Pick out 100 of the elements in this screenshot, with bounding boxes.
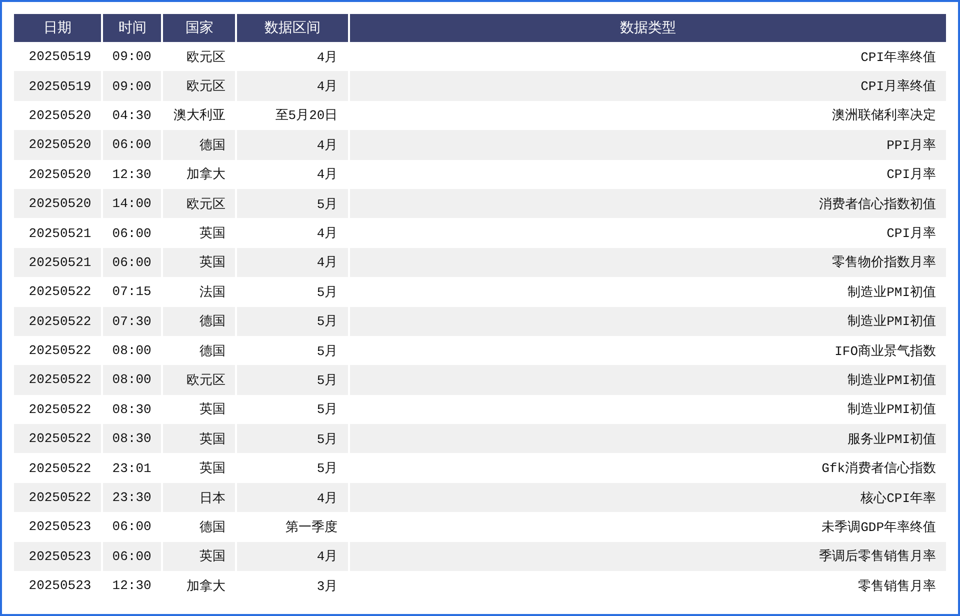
table-cell-text: 20250522 bbox=[28, 400, 92, 419]
table-cell: 制造业PMI初值 bbox=[350, 365, 946, 395]
table-cell-text: IFO商业景气指数 bbox=[834, 342, 937, 361]
table-cell-text: 5月 bbox=[316, 401, 339, 420]
table-cell-text: 04:30 bbox=[111, 106, 152, 125]
table-cell: 4月 bbox=[237, 482, 348, 512]
table-cell: 英国 bbox=[163, 424, 236, 454]
table-cell-text: 3月 bbox=[316, 578, 339, 596]
table-cell: 08:00 bbox=[103, 365, 162, 395]
table-cell-text: 第一季度 bbox=[284, 518, 339, 537]
table-cell-text: Gfk消费者信心指数 bbox=[820, 460, 937, 478]
table-cell-text: 12:30 bbox=[111, 166, 152, 184]
table-cell-text: 德国 bbox=[198, 342, 226, 361]
column-header[interactable]: 数据类型 bbox=[350, 14, 946, 42]
table-cell: CPI月率终值 bbox=[350, 71, 946, 101]
table-cell: 20250523 bbox=[14, 542, 102, 572]
table-cell-text: 20250522 bbox=[28, 283, 92, 302]
table-cell: 20250522 bbox=[14, 424, 102, 454]
table-cell: 20250522 bbox=[14, 365, 102, 395]
table-cell-text: 20250520 bbox=[28, 106, 92, 125]
table-cell-text: 5月 bbox=[316, 284, 339, 302]
table-cell: 零售物价指数月率 bbox=[350, 248, 946, 278]
table-cell-text: 06:00 bbox=[111, 224, 152, 243]
table-cell: 4月 bbox=[237, 542, 348, 572]
table-cell: 08:30 bbox=[103, 424, 162, 454]
table-cell: 欧元区 bbox=[163, 365, 236, 395]
table-cell-text: 12:30 bbox=[111, 577, 152, 596]
table-cell: 日本 bbox=[163, 482, 236, 512]
table-cell-text: 加拿大 bbox=[185, 166, 226, 184]
table-cell: PPI月率 bbox=[350, 130, 946, 160]
table-cell: 20250521 bbox=[14, 248, 102, 278]
table-cell-text: 制造业PMI初值 bbox=[846, 284, 937, 302]
table-cell-text: 法国 bbox=[198, 284, 226, 302]
table-cell: 09:00 bbox=[103, 71, 162, 101]
table-cell-text: 未季调GDP年率终值 bbox=[820, 518, 937, 537]
table-cell: 服务业PMI初值 bbox=[350, 424, 946, 454]
table-cell-text: 澳洲联储利率决定 bbox=[831, 107, 937, 126]
table-cell: 14:00 bbox=[103, 188, 162, 218]
table-cell-text: 澳大利亚 bbox=[172, 107, 226, 126]
table-cell-text: 20250522 bbox=[28, 460, 92, 478]
table-cell-text: 英国 bbox=[198, 225, 226, 244]
table-cell: 07:30 bbox=[103, 306, 162, 336]
table-cell: 06:00 bbox=[103, 542, 162, 572]
table-cell-text: CPI月率 bbox=[886, 225, 937, 244]
table-cell: 5月 bbox=[237, 188, 348, 218]
table-cell: 制造业PMI初值 bbox=[350, 306, 946, 336]
table-cell-text: 4月 bbox=[316, 166, 339, 184]
column-header[interactable]: 日期 bbox=[14, 14, 102, 42]
table-cell-text: 20250521 bbox=[28, 224, 92, 243]
table-cell-text: 英国 bbox=[198, 401, 226, 420]
table-cell-text: 5月 bbox=[316, 460, 339, 478]
table-cell: 20250522 bbox=[14, 482, 102, 512]
column-header[interactable]: 数据区间 bbox=[237, 14, 348, 42]
table-cell-text: 20250523 bbox=[28, 577, 92, 596]
table-cell: 4月 bbox=[237, 71, 348, 101]
table-cell-text: 20250522 bbox=[28, 342, 92, 360]
table-cell-text: 06:00 bbox=[111, 518, 152, 536]
table-cell-text: 20250520 bbox=[28, 166, 92, 184]
table-cell-text: 08:00 bbox=[111, 342, 152, 360]
table-cell: 06:00 bbox=[103, 248, 162, 278]
table-cell: 4月 bbox=[237, 248, 348, 278]
table-cell-text: 欧元区 bbox=[185, 48, 226, 67]
table-cell-text: 20250523 bbox=[28, 518, 92, 536]
table-cell: 20250522 bbox=[14, 306, 102, 336]
column-header[interactable]: 时间 bbox=[103, 14, 162, 42]
column-header[interactable]: 国家 bbox=[163, 14, 236, 42]
table-cell: 消费者信心指数初值 bbox=[350, 188, 946, 218]
table-cell: 季调后零售销售月率 bbox=[350, 542, 946, 572]
table-cell: 06:00 bbox=[103, 130, 162, 160]
table-cell: 20250519 bbox=[14, 71, 102, 101]
table-cell: 5月 bbox=[237, 306, 348, 336]
table-cell-text: 09:00 bbox=[111, 48, 152, 66]
table-cell: 23:30 bbox=[103, 482, 162, 512]
table-cell-text: CPI年率终值 bbox=[860, 48, 937, 67]
table-cell-text: 英国 bbox=[198, 460, 226, 478]
table-cell: 英国 bbox=[163, 542, 236, 572]
table-cell-text: 23:01 bbox=[111, 460, 152, 478]
table-cell: 核心CPI年率 bbox=[350, 482, 946, 512]
table-cell: 4月 bbox=[237, 130, 348, 160]
table-cell: 5月 bbox=[237, 424, 348, 454]
table-cell: 20250520 bbox=[14, 188, 102, 218]
table-cell-text: 08:30 bbox=[111, 400, 152, 419]
table-cell-text: 20250519 bbox=[28, 48, 92, 66]
table-cell-text: 07:15 bbox=[111, 283, 152, 302]
table-cell-text: 至5月20日 bbox=[274, 107, 339, 126]
table-cell-text: 4月 bbox=[316, 225, 339, 244]
table-cell-text: 5月 bbox=[316, 342, 339, 361]
table-cell-text: 4月 bbox=[316, 48, 339, 67]
table-cell: 20250520 bbox=[14, 130, 102, 160]
table-cell: 欧元区 bbox=[163, 71, 236, 101]
table-cell-text: CPI月率 bbox=[886, 166, 937, 184]
table-cell: 德国 bbox=[163, 130, 236, 160]
table-cell: 英国 bbox=[163, 248, 236, 278]
table-cell-text: 零售销售月率 bbox=[857, 578, 937, 596]
table-cell: 德国 bbox=[163, 306, 236, 336]
table-cell-text: 德国 bbox=[198, 518, 226, 537]
table-cell-text: 制造业PMI初值 bbox=[846, 401, 937, 420]
table-cell-text: 加拿大 bbox=[185, 578, 226, 596]
table-cell: 5月 bbox=[237, 365, 348, 395]
table-cell: 欧元区 bbox=[163, 188, 236, 218]
